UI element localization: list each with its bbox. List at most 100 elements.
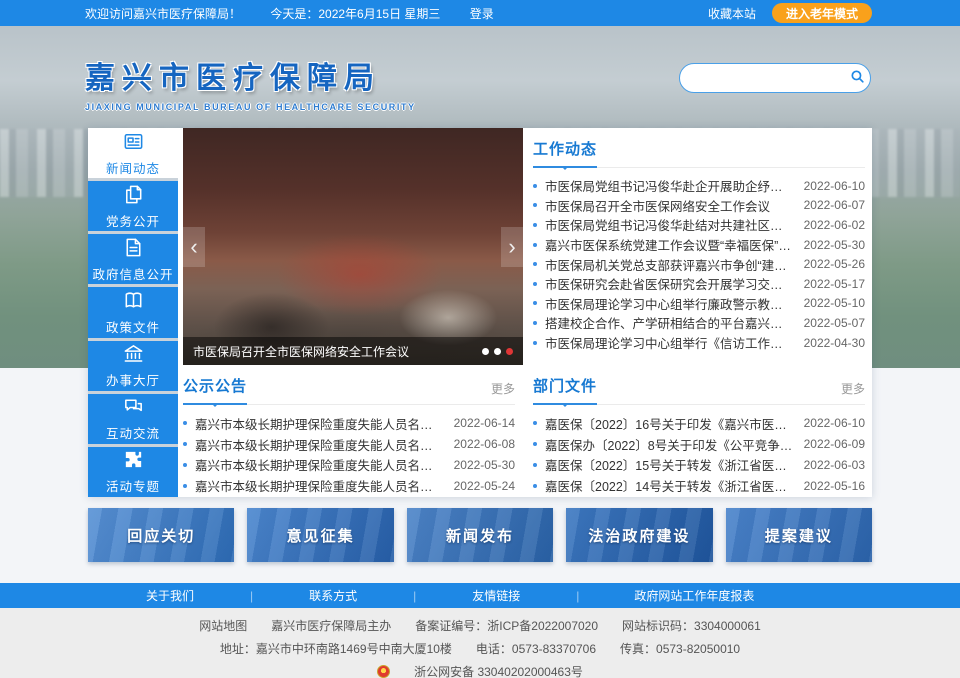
footer-line-1: 网站地图嘉兴市医疗保障局主办备案证编号：浙ICP备2022007020网站标识码… xyxy=(0,617,960,634)
dept-files-header: 部门文件 更多 xyxy=(533,375,865,405)
footer-nav-item-3[interactable]: 政府网站工作年度报表 xyxy=(579,587,809,604)
notice-item-title-link[interactable]: 嘉兴市本级长期护理保险重度失能人员名单公示（2... xyxy=(195,435,444,454)
dept-file-item-date: 2022-06-03 xyxy=(804,458,865,472)
login-link[interactable]: 登录 xyxy=(470,7,494,21)
work-trends-item-title-link[interactable]: 搭建校企合作、产学研相结合的平台嘉兴市长期护理... xyxy=(545,313,794,332)
footer-contact-text: 地址：嘉兴市中环南路1469号中南大厦10楼 xyxy=(220,642,452,656)
date-text: 今天是：2022年6月15日 星期三 xyxy=(270,7,440,21)
footer-contact-text: 电话：0573-83370706 xyxy=(476,642,596,656)
topbar: 欢迎访问嘉兴市医疗保障局！ 今天是：2022年6月15日 星期三 登录 收藏本站… xyxy=(0,0,960,26)
work-trends-item-date: 2022-06-10 xyxy=(804,179,865,193)
bullet-dot xyxy=(533,341,537,345)
dept-file-item-date: 2022-06-10 xyxy=(804,416,865,430)
notice-item-date: 2022-06-14 xyxy=(454,416,515,430)
carousel-caption[interactable]: 市医保局召开全市医保网络安全工作会议 xyxy=(193,343,474,360)
sidebar-item-interaction[interactable]: 互动交流 xyxy=(88,394,178,444)
bullet-dot xyxy=(183,463,187,467)
sidebar-item-service-hall[interactable]: 办事大厅 xyxy=(88,341,178,391)
banner-respond-concerns[interactable]: 回应关切 xyxy=(88,508,234,562)
dept-file-item-title-link[interactable]: 嘉医保办〔2022〕8号关于印发《公平竞争审查... xyxy=(545,435,794,454)
bullet-dot xyxy=(533,223,537,227)
banner-label: 提案建议 xyxy=(765,525,833,546)
sidebar-item-policy-files[interactable]: 政策文件 xyxy=(88,287,178,337)
work-trends-item-title-link[interactable]: 市医保局党组书记冯俊华赴企开展助企纾困活动 xyxy=(545,176,794,195)
notice-item-title-link[interactable]: 嘉兴市本级长期护理保险重度失能人员名单公示（2... xyxy=(195,476,444,495)
work-trends-item-date: 2022-05-17 xyxy=(804,277,865,291)
footer-nav-item-0[interactable]: 关于我们 xyxy=(90,587,250,604)
banner-news-release[interactable]: 新闻发布 xyxy=(407,508,553,562)
file-icon xyxy=(122,236,145,259)
bullet-dot xyxy=(533,442,537,446)
carousel-dot-3[interactable] xyxy=(506,348,513,355)
work-trends-item-title-link[interactable]: 市医保局理论学习中心组举行廉政警示教育专题学习... xyxy=(545,294,794,313)
bullet-dot xyxy=(533,262,537,266)
carousel-dot-2[interactable] xyxy=(494,348,501,355)
sidebar-item-gov-info[interactable]: 政府信息公开 xyxy=(88,234,178,284)
carousel-dots xyxy=(482,348,513,355)
notice-item-title-link[interactable]: 嘉兴市本级长期护理保险重度失能人员名单公示（2... xyxy=(195,414,444,433)
dept-file-item-row: 嘉医保〔2022〕14号关于转发《浙江省医疗保... 2022-05-16 xyxy=(533,475,865,496)
sidebar-item-party-affairs[interactable]: 党务公开 xyxy=(88,181,178,231)
bullet-dot xyxy=(183,442,187,446)
bullet-dot xyxy=(533,321,537,325)
work-trends-item-title-link[interactable]: 市医保局召开全市医保网络安全工作会议 xyxy=(545,196,794,215)
work-trends-item-row: 搭建校企合作、产学研相结合的平台嘉兴市长期护理... 2022-05-07 xyxy=(533,313,865,333)
dept-file-item-title-link[interactable]: 嘉医保〔2022〕14号关于转发《浙江省医疗保... xyxy=(545,476,794,495)
search-icon xyxy=(849,68,866,88)
notice-item-date: 2022-05-30 xyxy=(454,458,515,472)
work-trends-item-title-link[interactable]: 市医保研究会赴省医保研究会开展学习交流活动 xyxy=(545,274,794,293)
work-trends-item-title-link[interactable]: 嘉兴市医保系统党建工作会议暨“幸福医保”党建联... xyxy=(545,235,794,254)
work-trends-list: 市医保局党组书记冯俊华赴企开展助企纾困活动 2022-06-10 市医保局召开全市医… xyxy=(533,176,865,352)
dept-file-item-date: 2022-05-16 xyxy=(804,479,865,493)
bullet-dot xyxy=(533,463,537,467)
dept-files-more-link[interactable]: 更多 xyxy=(841,380,865,404)
dept-file-item-row: 嘉医保〔2022〕15号关于转发《浙江省医疗保... 2022-06-03 xyxy=(533,455,865,476)
footer-nav: 关于我们|联系方式|友情链接|政府网站工作年度报表 xyxy=(0,583,960,608)
footer: 网站地图嘉兴市医疗保障局主办备案证编号：浙ICP备2022007020网站标识码… xyxy=(0,608,960,678)
work-trends-item-title-link[interactable]: 市医保局机关党总支部获评嘉兴市争创“建设清廉机... xyxy=(545,255,794,274)
section-title-work-trends: 工作动态 xyxy=(533,138,597,168)
dept-files-section: 部门文件 更多 嘉医保〔2022〕16号关于印发《嘉兴市医疗保... 2022-0… xyxy=(533,375,865,496)
favorite-link[interactable]: 收藏本站 xyxy=(708,5,756,22)
banner-opinion-collection[interactable]: 意见征集 xyxy=(247,508,393,562)
work-trends-item-row: 市医保局理论学习中心组举行廉政警示教育专题学习...2022-05-10 xyxy=(533,294,865,314)
footer-nav-item-2[interactable]: 友情链接 xyxy=(416,587,576,604)
sidebar-item-label: 办事大厅 xyxy=(106,370,160,389)
public-security-badge-icon xyxy=(377,665,390,678)
dept-files-list: 嘉医保〔2022〕16号关于印发《嘉兴市医疗保... 2022-06-10 嘉医保办… xyxy=(533,413,865,496)
work-trends-section: 工作动态 市医保局党组书记冯俊华赴企开展助企纾困活动2022-06-10市医保局… xyxy=(533,138,865,352)
news-carousel[interactable]: ‹ › 市医保局召开全市医保网络安全工作会议 xyxy=(183,128,523,365)
sidebar-item-news[interactable]: 新闻动态 xyxy=(88,128,178,178)
work-trends-item-date: 2022-06-07 xyxy=(804,198,865,212)
sidebar-item-label: 活动专题 xyxy=(106,476,160,495)
quick-link-banners: 回应关切意见征集新闻发布法治政府建设 提案建议 xyxy=(88,508,872,562)
sidebar-item-activities[interactable]: 活动专题 xyxy=(88,447,178,497)
work-trends-item-date: 2022-05-26 xyxy=(804,257,865,271)
search-input[interactable] xyxy=(694,71,849,85)
banner-proposals[interactable]: 提案建议 xyxy=(726,508,872,562)
dept-file-item-title-link[interactable]: 嘉医保〔2022〕15号关于转发《浙江省医疗保... xyxy=(545,455,794,474)
section-title-dept-files: 部门文件 xyxy=(533,375,597,405)
banner-rule-of-law[interactable]: 法治政府建设 xyxy=(566,508,712,562)
work-trends-item-date: 2022-05-07 xyxy=(804,316,865,330)
dept-file-item-title-link[interactable]: 嘉医保〔2022〕16号关于印发《嘉兴市医疗保... xyxy=(545,414,794,433)
notices-more-link[interactable]: 更多 xyxy=(491,380,515,404)
work-trends-header: 工作动态 xyxy=(533,138,865,168)
carousel-next-button[interactable]: › xyxy=(501,227,523,267)
sitemap-link[interactable]: 网站地图 xyxy=(199,619,247,633)
work-trends-item-row: 市医保局机关党总支部获评嘉兴市争创“建设清廉机... 2022-05-26 xyxy=(533,254,865,274)
search-button[interactable] xyxy=(849,68,866,88)
carousel-prev-button[interactable]: ‹ xyxy=(183,227,205,267)
work-trends-item-row: 市医保研究会赴省医保研究会开展学习交流活动 2022-05-17 xyxy=(533,274,865,294)
work-trends-item-title-link[interactable]: 市医保局理论学习中心组举行《信访工作条例》专题... xyxy=(545,333,794,352)
work-trends-item-row: 市医保局党组书记冯俊华赴结对共建社区指导全国文...2022-06-02 xyxy=(533,215,865,235)
site-logo: 嘉兴市医疗保障局 JIAXING MUNICIPAL BUREAU OF HEA… xyxy=(85,53,416,112)
elder-mode-button[interactable]: 进入老年模式 xyxy=(772,3,872,23)
notice-item-title-link[interactable]: 嘉兴市本级长期护理保险重度失能人员名单公示（2... xyxy=(195,455,444,474)
carousel-dot-1[interactable] xyxy=(482,348,489,355)
footer-nav-item-1[interactable]: 联系方式 xyxy=(253,587,413,604)
bullet-dot xyxy=(533,243,537,247)
sidebar-item-label: 党务公开 xyxy=(106,211,160,230)
work-trends-item-title-link[interactable]: 市医保局党组书记冯俊华赴结对共建社区指导全国文... xyxy=(545,215,794,234)
footer-contact-text: 传真：0573-82050010 xyxy=(620,642,740,656)
